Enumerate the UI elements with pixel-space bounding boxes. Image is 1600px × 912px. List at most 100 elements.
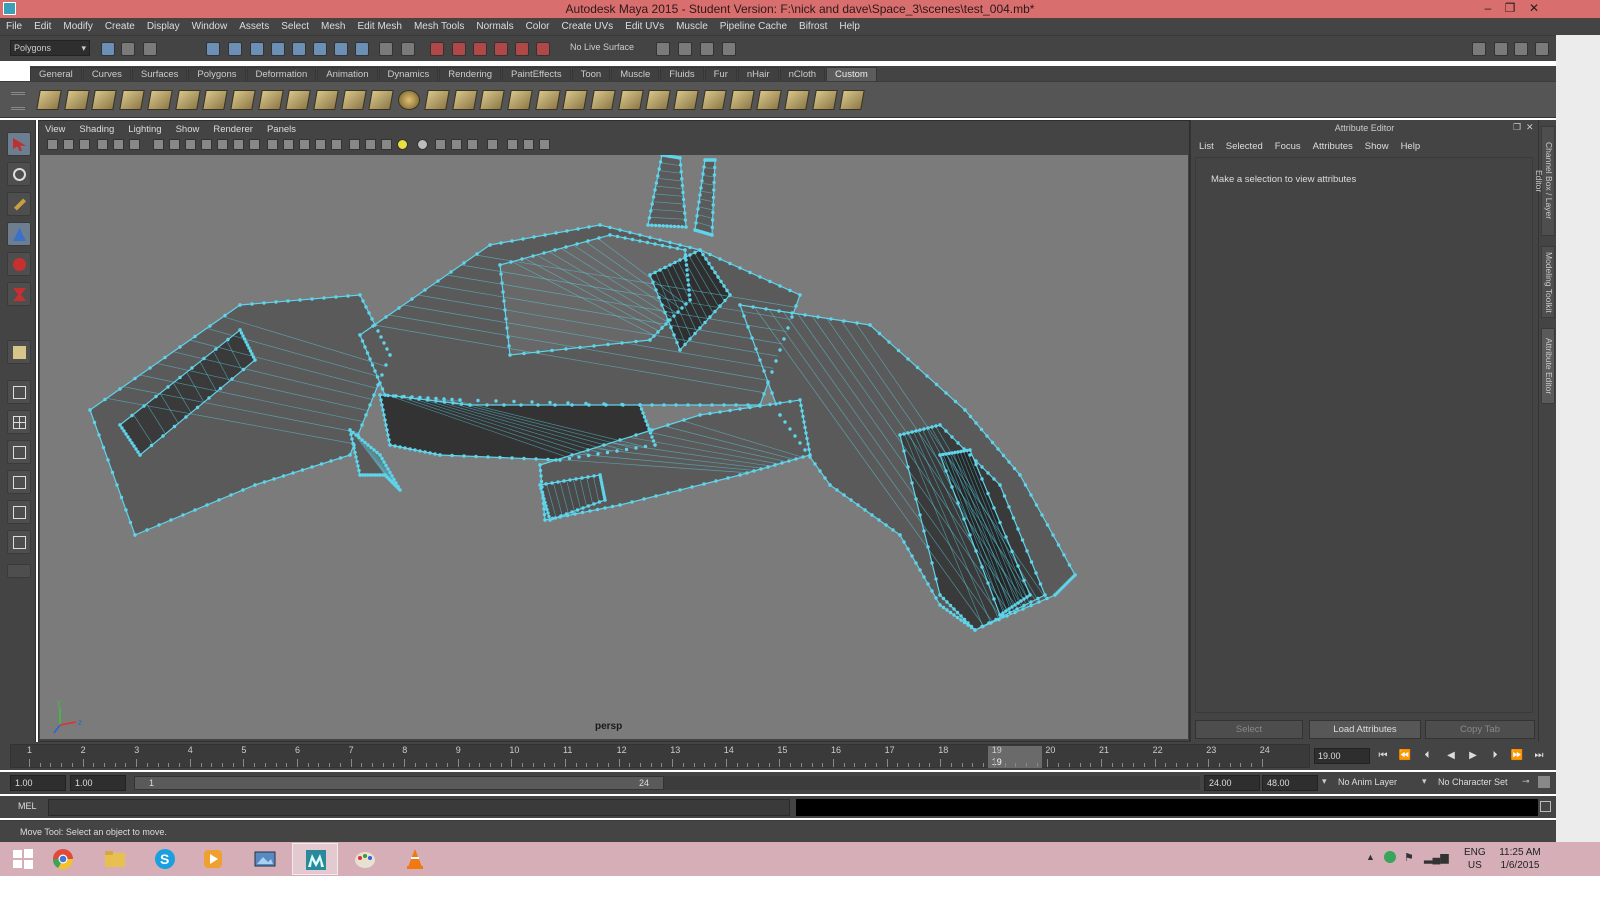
shelf-tool-24-icon[interactable] [673,90,699,110]
render-settings-icon[interactable] [473,42,487,56]
go-to-end-icon[interactable]: ⏭ [1532,750,1546,762]
shelf-tool-27-icon[interactable] [756,90,782,110]
last-tool[interactable] [7,340,31,364]
shelf-tool-6-icon[interactable] [174,90,201,110]
shelf-tool-14-icon[interactable] [398,90,421,110]
shelf-tab-nhair[interactable]: nHair [737,67,779,81]
shelf-tool-1-icon[interactable] [36,90,62,110]
open-scene-icon[interactable] [121,42,135,56]
shelf-tool-18-icon[interactable] [507,90,533,110]
panel-toolbar-icon-19[interactable] [349,139,360,150]
shelf-tab-painteffects[interactable]: PaintEffects [502,67,571,81]
panel-toolbar-icon-17[interactable] [315,139,326,150]
start-time-field[interactable]: 1.00 [10,775,66,791]
taskbar-file-explorer[interactable] [92,843,138,875]
transform-icon[interactable] [678,42,692,56]
menu-modify[interactable]: Modify [63,21,92,32]
panel-menu-panels[interactable]: Panels [267,124,296,135]
menu-create-uvs[interactable]: Create UVs [561,21,613,32]
panel-menu-renderer[interactable]: Renderer [213,124,253,135]
layout-single-perspective[interactable] [7,380,31,404]
panel-toolbar-icon-27[interactable] [487,139,498,150]
time-ruler[interactable]: 19 1 2 3 4 5 6 7 8 9 10 11 12 13 14 15 16 17 18 19 20 21 22 23… [10,744,1310,768]
layout-four-view[interactable] [7,410,31,434]
menu-edit[interactable]: Edit [34,21,51,32]
language-indicator[interactable]: ENG US [1464,846,1486,872]
shelf-tool-4-icon[interactable] [119,90,145,110]
preferences-icon[interactable] [1538,776,1550,788]
panel-toolbar-icon-8[interactable] [169,139,180,150]
shelf-tool-29-icon[interactable] [811,90,838,110]
shelf-tab-animation[interactable]: Animation [317,67,378,81]
scale-tool[interactable] [7,282,31,306]
copy-tab-button[interactable]: Copy Tab [1425,720,1535,739]
panel-toolbar-icon-2[interactable] [63,139,74,150]
history-icon[interactable] [379,42,393,56]
render-globals-icon[interactable] [515,42,529,56]
ipr-render-icon[interactable] [452,42,466,56]
menu-edit-mesh[interactable]: Edit Mesh [357,21,401,32]
taskbar-paint[interactable] [342,843,388,875]
hypershade-icon[interactable] [494,42,508,56]
taskbar-skype[interactable]: S [142,843,188,875]
shelf-tab-deformation[interactable]: Deformation [246,67,317,81]
step-back-frame-icon[interactable]: ⏴ [1420,750,1434,762]
shelf-tool-16-icon[interactable] [451,90,478,110]
channel-box-icon[interactable] [1535,42,1549,56]
shelf-tool-28-icon[interactable] [784,90,810,110]
shelf-tab-surfaces[interactable]: Surfaces [131,67,188,81]
snap-plane-icon[interactable] [334,42,348,56]
panel-toolbar-icon-4[interactable] [97,139,108,150]
shelf-tab-fluids[interactable]: Fluids [660,67,704,81]
panel-toolbar-icon-3[interactable] [79,139,90,150]
shelf-tool-23-icon[interactable] [645,90,672,110]
tray-expand-icon[interactable]: ▲ [1366,852,1375,862]
chevron-down-icon[interactable]: ▾ [1422,776,1427,787]
character-set-dropdown[interactable]: No Character Set [1438,777,1508,787]
go-to-start-icon[interactable]: ⏮ [1376,750,1390,762]
render-frame-icon[interactable] [430,42,444,56]
panel-toolbar-icon-14[interactable] [267,139,278,150]
menu-assets[interactable]: Assets [239,21,269,32]
taskbar-maya[interactable] [292,843,338,875]
tab-modeling-toolkit[interactable]: Modeling Toolkit [1541,246,1555,318]
shelf-tool-21-icon[interactable] [590,90,616,110]
panel-toolbar-icon-26[interactable] [467,139,478,150]
make-live-icon[interactable] [355,42,369,56]
step-forward-frame-icon[interactable]: ⏵ [1488,750,1502,762]
save-scene-icon[interactable] [143,42,157,56]
shelf-tool-11-icon[interactable] [313,90,339,110]
shelf-tool-19-icon[interactable] [534,90,561,110]
panel-toolbar-icon-12[interactable] [233,139,244,150]
close-panel-icon[interactable]: ✕ [1526,122,1534,133]
paint-select-tool[interactable] [7,192,31,216]
panel-menu-lighting[interactable]: Lighting [128,124,161,135]
action-center-flag-icon[interactable]: ⚑ [1404,851,1414,864]
taskbar-media-player[interactable] [190,843,236,875]
layout-four-icon[interactable] [1494,42,1508,56]
panel-toolbar-icon-24[interactable] [435,139,446,150]
tab-channel-box[interactable]: Channel Box / Layer Editor [1534,126,1555,236]
menu-mesh-tools[interactable]: Mesh Tools [414,21,464,32]
shelf-tab-general[interactable]: General [30,67,82,81]
shelf-tab-dynamics[interactable]: Dynamics [378,67,439,81]
taskbar-vlc[interactable] [392,843,438,875]
new-scene-icon[interactable] [101,42,115,56]
panel-toolbar-icon-23[interactable] [417,139,428,150]
end-time-field[interactable]: 48.00 [1262,775,1318,791]
shelf-tool-25-icon[interactable] [701,90,727,110]
panel-menu-shading[interactable]: Shading [79,124,114,135]
shelf-tool-22-icon[interactable] [617,90,644,110]
layout-persp-graph[interactable] [7,470,31,494]
menu-file[interactable]: File [6,21,22,32]
shelf-tool-13-icon[interactable] [368,90,395,110]
menu-pipeline-cache[interactable]: Pipeline Cache [720,21,787,32]
load-attributes-button[interactable]: Load Attributes [1309,720,1421,739]
panel-toolbar-icon-18[interactable] [331,139,342,150]
menu-edit-uvs[interactable]: Edit UVs [625,21,664,32]
live-surface-label[interactable]: No Live Surface [570,42,634,52]
menu-window[interactable]: Window [192,21,228,32]
layout-persp-outliner[interactable] [7,440,31,464]
attribute-editor-menu-focus[interactable]: Focus [1275,141,1301,152]
snap-point-icon[interactable] [313,42,327,56]
